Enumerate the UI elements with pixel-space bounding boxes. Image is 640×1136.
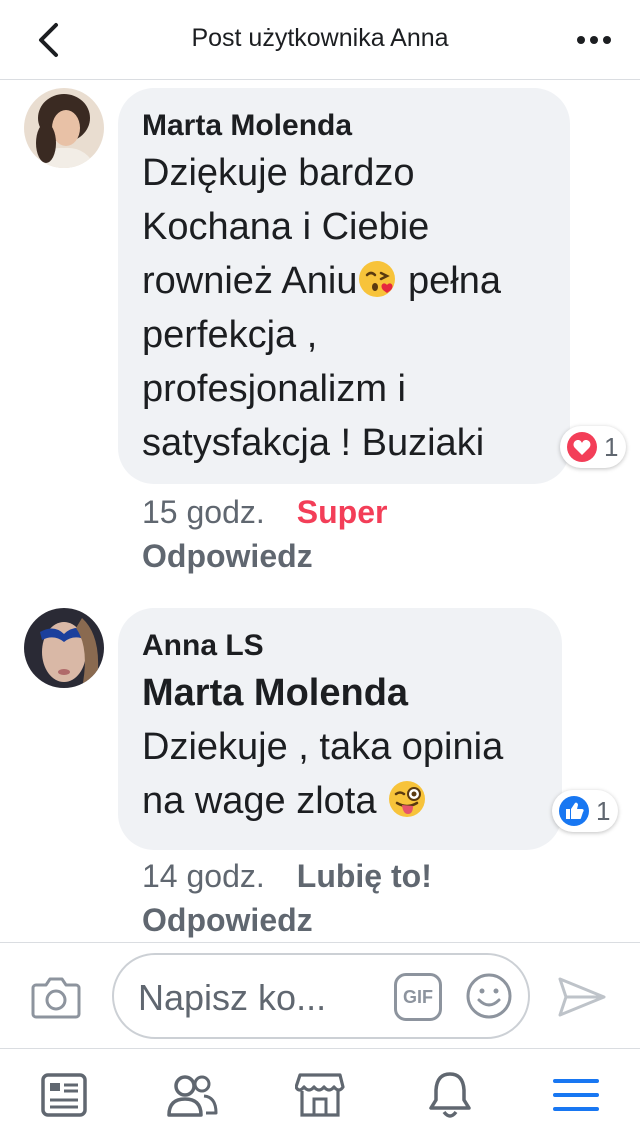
- comment-line: Kochana i Ciebie: [142, 206, 430, 248]
- marketplace-icon: [295, 1073, 345, 1117]
- menu-hamburger-icon: [553, 1079, 599, 1111]
- more-dots-icon: [577, 36, 611, 44]
- tab-friends[interactable]: [164, 1067, 220, 1123]
- comment-line-part: pełna: [397, 260, 502, 302]
- comment-meta: 15 godz. Super Odpowiedz: [142, 490, 387, 578]
- send-icon: [558, 977, 606, 1017]
- comment-text: Marta Molenda Dziekuje , taka opinia na …: [142, 666, 538, 828]
- comment-line: perfekcja ,: [142, 314, 318, 356]
- gif-button[interactable]: GIF: [394, 973, 442, 1021]
- reaction-summary[interactable]: 1: [560, 426, 627, 468]
- tab-news-feed[interactable]: [36, 1067, 92, 1123]
- camera-icon: [31, 977, 81, 1019]
- comment-time[interactable]: 14 godz.: [142, 858, 265, 894]
- like-link[interactable]: Lubię to!: [297, 858, 432, 894]
- comment-line: Dziękuje bardzo: [142, 152, 415, 194]
- comment-line-part: na wage zlota: [142, 780, 377, 822]
- comment-time[interactable]: 15 godz.: [142, 494, 265, 530]
- comment-line-part: rownież Aniu: [142, 260, 358, 302]
- mention-link[interactable]: Marta Molenda: [142, 666, 538, 720]
- comment-input-placeholder: Napisz ko...: [138, 977, 327, 1018]
- comment-line: rownież Aniu pełna: [142, 254, 546, 308]
- reaction-count: 1: [596, 795, 611, 826]
- more-options-button[interactable]: [572, 22, 616, 58]
- comment-line: profesjonalizm i: [142, 368, 406, 410]
- kissing-face-emoji: [359, 261, 396, 297]
- tab-menu[interactable]: [548, 1067, 604, 1123]
- comment-line: Dziekuje , taka opinia: [142, 726, 504, 768]
- emoji-button[interactable]: [464, 971, 514, 1021]
- winking-tongue-emoji: [389, 781, 426, 817]
- reply-link[interactable]: Odpowiedz: [142, 898, 432, 942]
- avatar[interactable]: [24, 88, 104, 168]
- tab-marketplace[interactable]: [292, 1067, 348, 1123]
- comment-author[interactable]: Marta Molenda: [142, 106, 546, 146]
- smiley-icon: [466, 973, 512, 1019]
- comment-bubble[interactable]: Marta Molenda Dziękuje bardzo Kochana i …: [118, 88, 570, 484]
- camera-button[interactable]: [30, 973, 82, 1021]
- friends-icon: [167, 1075, 218, 1117]
- notifications-bell-icon: [429, 1072, 471, 1118]
- avatar[interactable]: [24, 608, 104, 688]
- comment-line: na wage zlota: [142, 774, 538, 828]
- tab-notifications[interactable]: [422, 1067, 478, 1123]
- comment-input[interactable]: Napisz ko... GIF: [112, 953, 530, 1039]
- page-title: Post użytkownika Anna: [191, 24, 449, 52]
- comment-author[interactable]: Anna LS: [142, 626, 538, 666]
- like-reaction-icon: [559, 796, 589, 826]
- comment-line: satysfakcja ! Buziaki: [142, 422, 485, 464]
- send-button[interactable]: [556, 973, 608, 1021]
- comment-meta: 14 godz. Lubię to! Odpowiedz: [142, 854, 432, 942]
- reaction-summary[interactable]: 1: [552, 790, 619, 832]
- reaction-link[interactable]: Super: [297, 494, 388, 530]
- comment-bubble[interactable]: Anna LS Marta Molenda Dziekuje , taka op…: [118, 608, 562, 850]
- reply-link[interactable]: Odpowiedz: [142, 534, 387, 578]
- comment-text: Dziękuje bardzo Kochana i Ciebie rownież…: [142, 146, 546, 470]
- gif-label: GIF: [403, 986, 433, 1007]
- top-bar: Post użytkownika Anna: [0, 0, 640, 80]
- news-feed-icon: [41, 1073, 87, 1117]
- comment-composer: Napisz ko... GIF: [0, 942, 640, 1050]
- love-reaction-icon: [567, 432, 597, 462]
- bottom-tab-bar: [0, 1048, 640, 1136]
- reaction-count: 1: [604, 431, 619, 462]
